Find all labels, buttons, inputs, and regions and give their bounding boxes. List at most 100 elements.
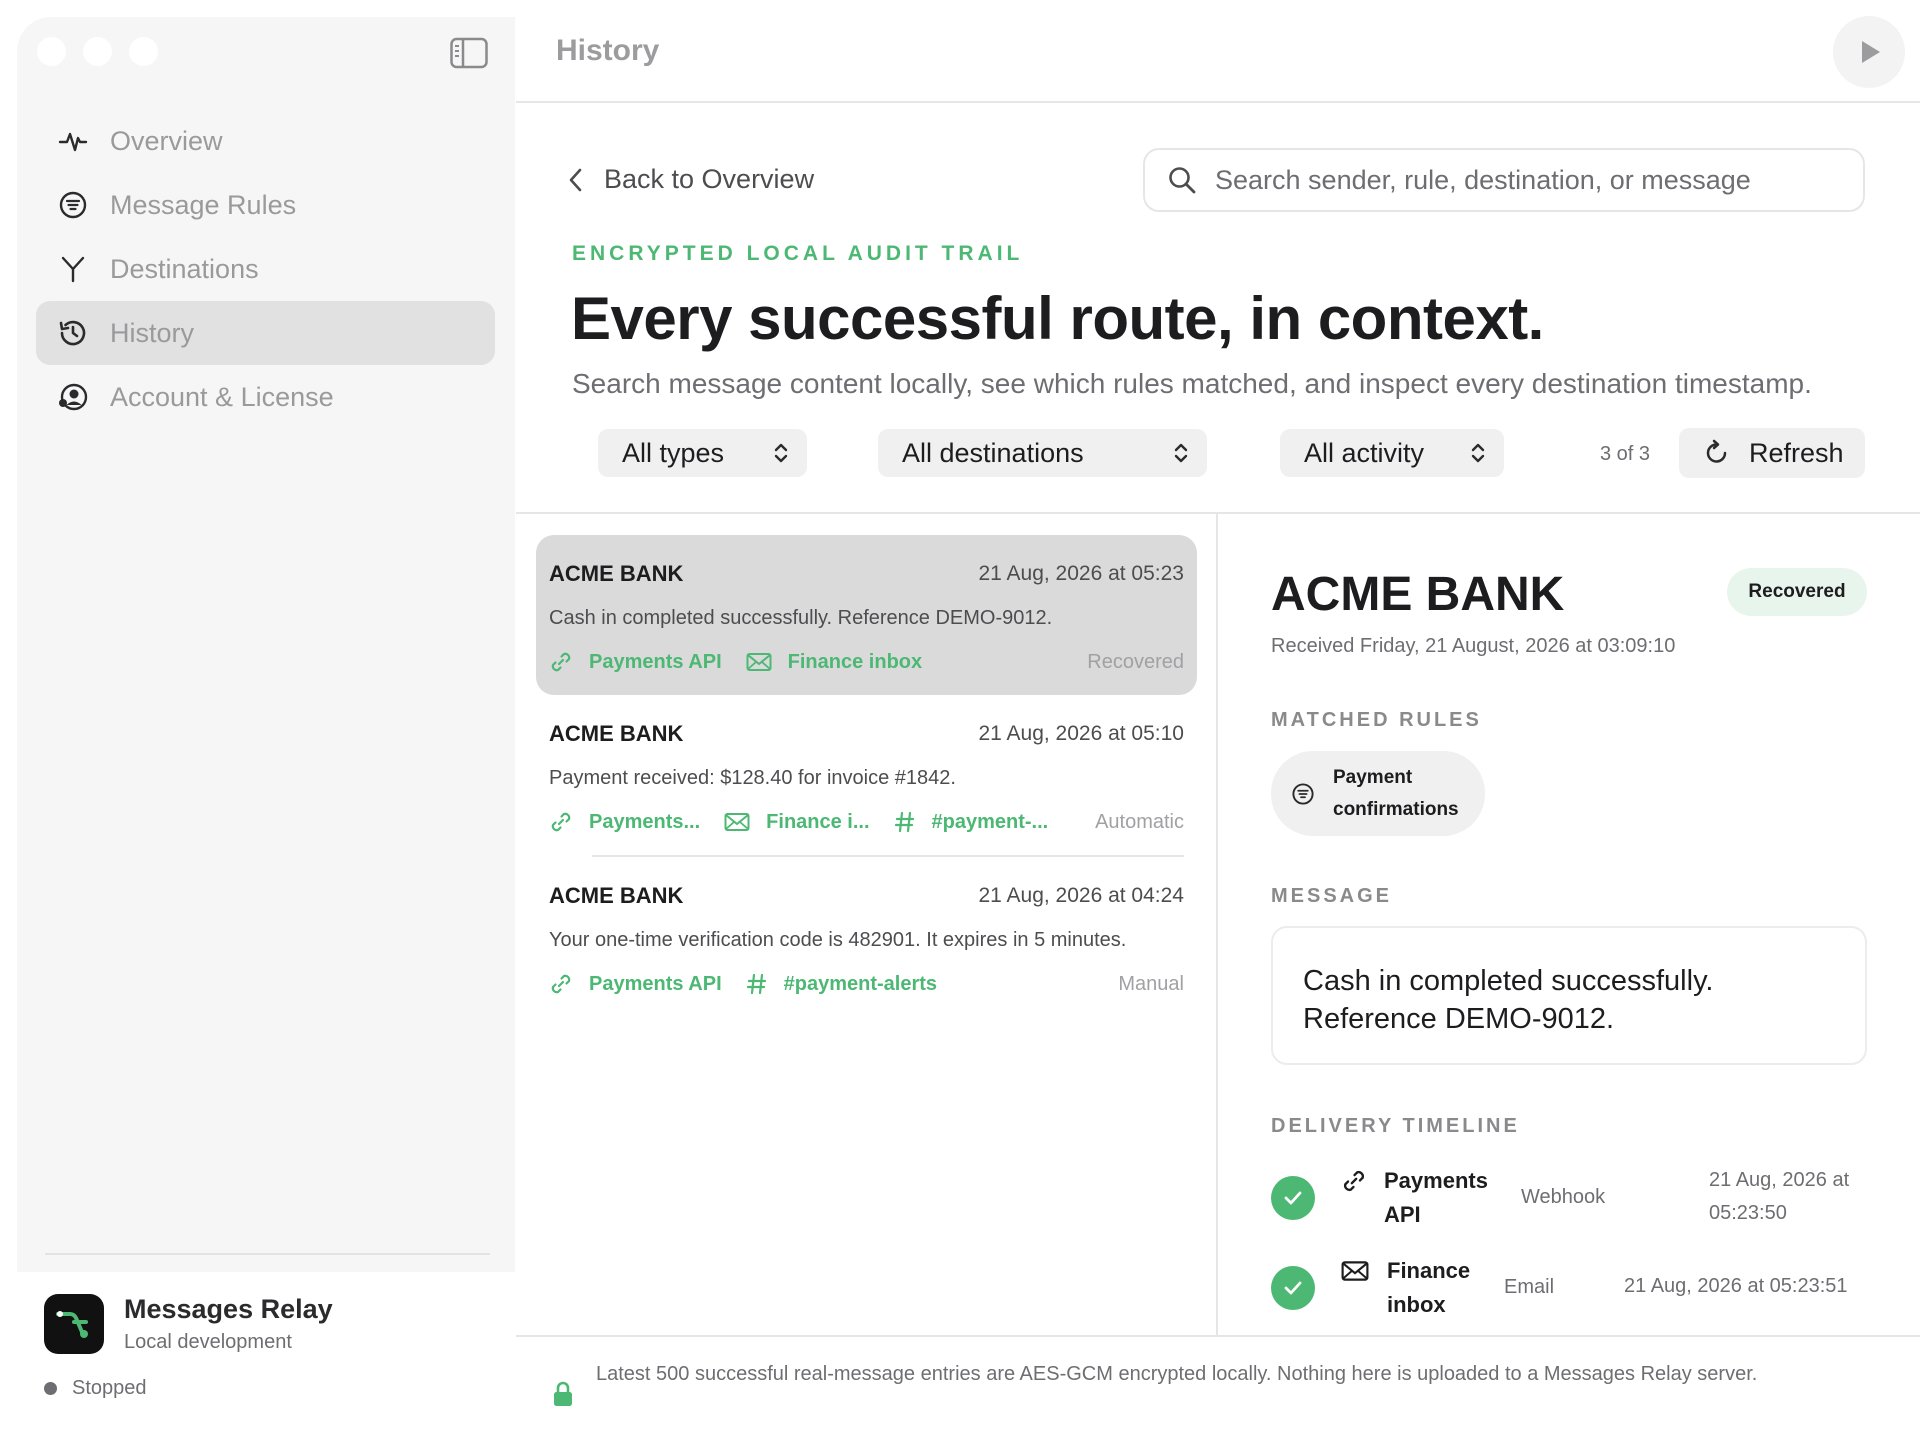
activity-icon bbox=[56, 124, 90, 158]
timeline-destination-name: Payments API bbox=[1384, 1168, 1488, 1227]
message-content: Cash in completed successfully. Referenc… bbox=[1271, 926, 1867, 1065]
search-icon bbox=[1169, 167, 1196, 194]
message-heading: MESSAGE bbox=[1271, 885, 1393, 907]
sidebar-item-label: Message Rules bbox=[110, 189, 297, 220]
sidebar-item-label: Destinations bbox=[110, 253, 259, 284]
message-preview: Payment received: $128.40 for invoice #1… bbox=[549, 767, 956, 789]
sidebar-item-destinations[interactable]: Destinations bbox=[36, 237, 495, 301]
sidebar-item-overview[interactable]: Overview bbox=[36, 109, 495, 173]
message-sender: ACME BANK bbox=[549, 883, 684, 908]
eyebrow-label: ENCRYPTED LOCAL AUDIT TRAIL bbox=[572, 242, 1024, 265]
status-badge: Recovered bbox=[1727, 568, 1867, 616]
pane-divider bbox=[1216, 514, 1218, 1336]
timeline-destination-kind: Email bbox=[1504, 1276, 1555, 1298]
lock-icon bbox=[554, 1381, 572, 1406]
app-name: Messages Relay bbox=[124, 1294, 333, 1324]
sidebar-item-account-license[interactable]: Account & License bbox=[36, 365, 495, 429]
sidebar-item-message-rules[interactable]: Message Rules bbox=[36, 173, 495, 237]
updown-chevron-icon bbox=[1174, 443, 1188, 463]
message-list: ACME BANK 21 Aug, 2026 at 05:23 Cash in … bbox=[536, 535, 1197, 1017]
result-count: 3 of 3 bbox=[1600, 443, 1651, 465]
envelope-icon bbox=[746, 653, 772, 671]
timeline-destination-name: Finance inbox bbox=[1387, 1258, 1471, 1317]
app-logo-icon bbox=[44, 1294, 104, 1354]
message-time: 21 Aug, 2026 at 05:23 bbox=[978, 562, 1184, 585]
updown-chevron-icon bbox=[774, 443, 788, 463]
start-relay-button[interactable] bbox=[1833, 16, 1905, 88]
destination-tag-label: Finance i... bbox=[766, 810, 870, 833]
zoom-window-button[interactable] bbox=[129, 37, 158, 66]
delivery-timeline-heading: DELIVERY TIMELINE bbox=[1271, 1115, 1520, 1137]
chevron-left-icon bbox=[569, 168, 582, 191]
sidebar-item-label: Overview bbox=[110, 125, 223, 156]
sidebar-toggle-icon[interactable] bbox=[450, 37, 488, 69]
list-item[interactable]: ACME BANK 21 Aug, 2026 at 05:10 Payment … bbox=[536, 695, 1197, 855]
page-subheading: Search message content locally, see whic… bbox=[572, 368, 1812, 399]
activity-filter-select[interactable]: All activity bbox=[1280, 429, 1504, 477]
app-card: Messages Relay Local development bbox=[44, 1294, 333, 1354]
status-label: Stopped bbox=[72, 1377, 147, 1399]
destination-tag: Payments API bbox=[549, 972, 722, 996]
type-filter-select[interactable]: All types bbox=[598, 429, 807, 477]
list-item[interactable]: ACME BANK 21 Aug, 2026 at 04:24 Your one… bbox=[536, 857, 1197, 1017]
updown-chevron-icon bbox=[1471, 443, 1485, 463]
back-label: Back to Overview bbox=[604, 164, 815, 194]
search-field[interactable] bbox=[1143, 148, 1865, 212]
hashtag-icon bbox=[894, 811, 914, 833]
destination-tag-label: Payments API bbox=[589, 650, 722, 673]
account-icon bbox=[56, 380, 90, 414]
type-filter-value: All types bbox=[622, 437, 725, 468]
refresh-icon bbox=[1706, 439, 1727, 463]
matched-rules-heading: MATCHED RULES bbox=[1271, 709, 1482, 731]
link-icon bbox=[1343, 1170, 1365, 1192]
close-window-button[interactable] bbox=[37, 37, 66, 66]
timeline-timestamp: 21 Aug, 2026 at 05:23:50 bbox=[1709, 1169, 1850, 1224]
matched-rule-label: Payment confirmations bbox=[1333, 766, 1459, 820]
check-icon bbox=[1271, 1176, 1315, 1220]
destination-tag: Payments API bbox=[549, 650, 722, 674]
envelope-icon bbox=[1341, 1261, 1369, 1281]
activity-filter-value: All activity bbox=[1304, 437, 1425, 468]
route-state: Recovered bbox=[1087, 650, 1184, 673]
toolbar: History bbox=[516, 0, 1920, 103]
refresh-label: Refresh bbox=[1749, 437, 1844, 468]
back-to-overview-link[interactable]: Back to Overview bbox=[568, 164, 814, 195]
window-title: History bbox=[556, 34, 660, 67]
destination-tag: Payments... bbox=[549, 810, 700, 834]
destination-tag: #payment-alerts bbox=[746, 973, 937, 996]
hashtag-icon bbox=[746, 973, 766, 995]
message-time: 21 Aug, 2026 at 05:10 bbox=[978, 722, 1184, 745]
destination-tag-label: Payments... bbox=[589, 810, 701, 833]
fork-icon bbox=[56, 252, 90, 286]
link-icon bbox=[551, 652, 571, 672]
link-icon bbox=[551, 974, 571, 994]
link-icon bbox=[551, 812, 571, 832]
matched-rule-chip[interactable]: Payment confirmations bbox=[1271, 751, 1485, 836]
route-state: Automatic bbox=[1095, 810, 1184, 833]
sidebar-item-history[interactable]: History bbox=[36, 301, 495, 365]
message-sender: ACME BANK bbox=[549, 561, 684, 586]
message-time: 21 Aug, 2026 at 04:24 bbox=[978, 884, 1184, 907]
list-item[interactable]: ACME BANK 21 Aug, 2026 at 05:23 Cash in … bbox=[536, 535, 1197, 695]
sidebar-item-label: Account & License bbox=[110, 381, 334, 412]
window-controls bbox=[37, 37, 158, 66]
detail-sender: ACME BANK bbox=[1271, 568, 1565, 621]
minimize-window-button[interactable] bbox=[83, 37, 112, 66]
search-input[interactable] bbox=[1215, 164, 1835, 196]
relay-status: Stopped bbox=[44, 1377, 147, 1400]
received-timestamp: Received Friday, 21 August, 2026 at 03:0… bbox=[1271, 635, 1676, 657]
envelope-icon bbox=[724, 813, 750, 831]
timeline-entry: Finance inbox Email 21 Aug, 2026 at 05:2… bbox=[1271, 1250, 1871, 1330]
rules-icon bbox=[56, 188, 90, 222]
timeline-destination-kind: Webhook bbox=[1521, 1186, 1606, 1208]
destination-tag-label: #payment-... bbox=[931, 810, 1049, 833]
message-preview: Your one-time verification code is 48290… bbox=[549, 929, 1127, 951]
refresh-button[interactable]: Refresh bbox=[1679, 428, 1865, 478]
check-icon bbox=[1271, 1266, 1315, 1310]
footer-note: Latest 500 successful real-message entri… bbox=[596, 1363, 1758, 1385]
destination-tag: Finance inbox bbox=[746, 651, 922, 674]
destination-filter-select[interactable]: All destinations bbox=[878, 429, 1207, 477]
destination-tag-label: #payment-alerts bbox=[783, 972, 938, 995]
message-preview: Cash in completed successfully. Referenc… bbox=[549, 607, 1053, 629]
header-divider bbox=[516, 512, 1920, 514]
